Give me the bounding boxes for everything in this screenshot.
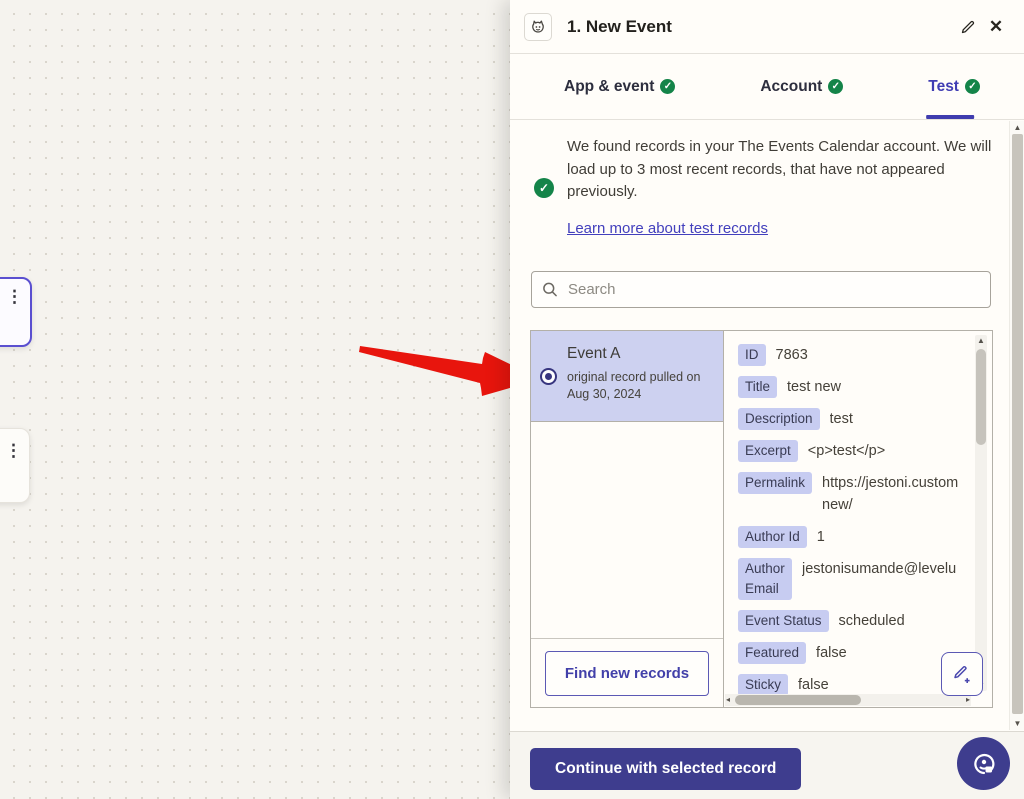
scroll-left-icon[interactable]: ◂ (726, 695, 730, 704)
field-value: false (798, 674, 829, 696)
field-value: test (830, 408, 853, 430)
pencil-plus-icon (951, 663, 973, 685)
field-row-author-id: Author Id 1 (738, 526, 976, 548)
field-label: Permalink (738, 472, 812, 494)
check-icon: ✓ (965, 79, 980, 94)
scrollbar-thumb[interactable] (976, 349, 986, 445)
step-title: 1. New Event (567, 17, 954, 37)
field-value: scheduled (839, 610, 905, 632)
record-search (531, 271, 991, 308)
close-drawer-button[interactable]: ✕ (982, 13, 1010, 41)
fields-vertical-scrollbar[interactable]: ▲ ▼ (975, 335, 987, 691)
field-label: Excerpt (738, 440, 798, 462)
search-input[interactable] (568, 281, 980, 298)
record-item-event-a[interactable]: Event A original record pulled on Aug 30… (531, 331, 723, 422)
learn-more-link[interactable]: Learn more about test records (567, 220, 768, 237)
annotation-arrow (0, 0, 560, 420)
events-calendar-app-icon (524, 13, 552, 41)
kebab-menu-icon[interactable]: ⋮ (5, 447, 15, 455)
field-row-description: Description test (738, 408, 976, 430)
kebab-menu-icon[interactable]: ⋮ (6, 293, 16, 301)
tab-app-and-event[interactable]: App & event ✓ (564, 54, 675, 119)
field-value: https://jestoni.custom new/ (822, 472, 958, 516)
field-label: Featured (738, 642, 806, 664)
field-label: Author Id (738, 526, 807, 548)
panel-vertical-scrollbar[interactable]: ▲ ▼ (1009, 121, 1024, 730)
field-row-author-email: Author Email jestonisumande@levelu (738, 558, 976, 600)
field-value: 1 (817, 526, 825, 548)
continue-with-selected-record-button[interactable]: Continue with selected record (530, 748, 801, 790)
active-tab-underline (926, 115, 974, 119)
field-label: Event Status (738, 610, 829, 632)
scroll-up-icon[interactable]: ▲ (975, 336, 987, 345)
check-icon: ✓ (828, 79, 843, 94)
canvas-step-card[interactable]: ⋮ (0, 428, 30, 503)
success-check-icon: ✓ (534, 178, 554, 198)
scroll-up-icon[interactable]: ▲ (1010, 123, 1024, 132)
tab-label: App & event (564, 78, 654, 96)
tab-test[interactable]: Test ✓ (928, 54, 980, 119)
field-label: Author Email (738, 558, 792, 600)
field-value: jestonisumande@levelu (802, 558, 956, 580)
record-list-empty-space (531, 422, 723, 638)
pencil-icon (960, 19, 976, 35)
test-tab-content: ✓ We found records in your The Events Ca… (510, 120, 1024, 731)
field-value: 7863 (776, 344, 808, 366)
step-config-drawer: 1. New Event ✕ App & event ✓ Account ✓ T… (510, 0, 1024, 799)
scrollbar-thumb[interactable] (1012, 134, 1023, 714)
record-title: Event A (567, 345, 620, 363)
tab-label: Test (928, 78, 959, 96)
check-icon: ✓ (660, 79, 675, 94)
field-label: Title (738, 376, 777, 398)
record-subtitle: original record pulled on Aug 30, 2024 (567, 369, 715, 403)
field-row-excerpt: Excerpt <p>test</p> (738, 440, 976, 462)
step-tabbar: App & event ✓ Account ✓ Test ✓ (510, 54, 1024, 120)
find-records-area: Find new records (531, 638, 723, 707)
tab-label: Account (760, 78, 822, 96)
test-records-message: We found records in your The Events Cale… (567, 136, 995, 204)
record-radio-selected[interactable] (540, 368, 557, 385)
field-label: Sticky (738, 674, 788, 696)
scroll-right-icon[interactable]: ▸ (966, 695, 970, 704)
field-value: <p>test</p> (808, 440, 885, 462)
field-value: false (816, 642, 847, 664)
test-records-box: Event A original record pulled on Aug 30… (530, 330, 993, 708)
record-fields-panel: ID 7863 Title test new Description test … (724, 331, 992, 707)
support-headset-icon (970, 750, 998, 778)
field-row-id: ID 7863 (738, 344, 976, 366)
search-icon (542, 281, 558, 298)
tab-account[interactable]: Account ✓ (760, 54, 843, 119)
help-assistant-button[interactable] (957, 737, 1010, 790)
field-row-permalink: Permalink https://jestoni.custom new/ (738, 472, 976, 516)
drawer-footer: Continue with selected record (510, 731, 1024, 799)
scroll-down-icon[interactable]: ▼ (1010, 719, 1024, 728)
record-list: Event A original record pulled on Aug 30… (531, 331, 724, 707)
field-row-event-status: Event Status scheduled (738, 610, 976, 632)
field-label: ID (738, 344, 766, 366)
field-value: test new (787, 376, 841, 398)
events-calendar-glyph (530, 19, 546, 35)
field-label: Description (738, 408, 820, 430)
fields-horizontal-scrollbar[interactable]: ◂ ▸ (725, 694, 971, 706)
canvas-step-card-selected[interactable]: ⋮ (0, 277, 32, 347)
find-new-records-button[interactable]: Find new records (545, 651, 709, 696)
edit-record-button[interactable] (941, 652, 983, 696)
scrollbar-thumb[interactable] (735, 695, 861, 705)
field-row-title: Title test new (738, 376, 976, 398)
drawer-header: 1. New Event ✕ (510, 0, 1024, 54)
rename-step-button[interactable] (954, 13, 982, 41)
